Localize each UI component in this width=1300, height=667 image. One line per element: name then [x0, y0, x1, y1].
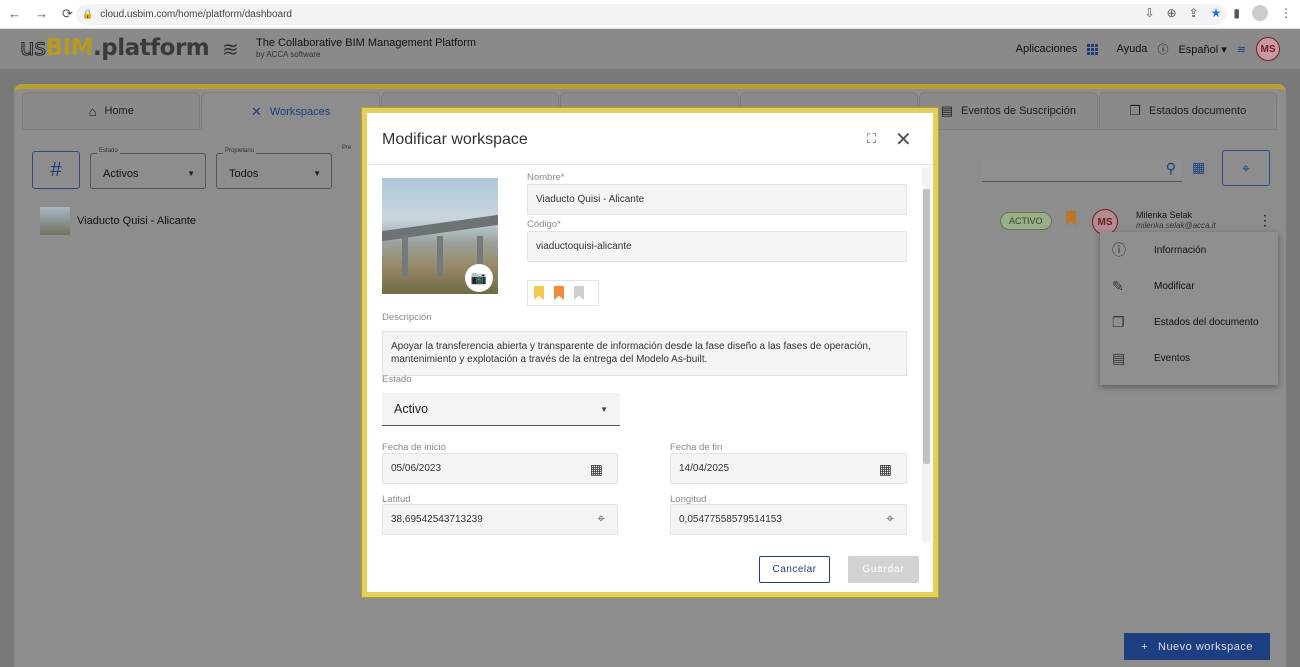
- fecha-fin-field[interactable]: 14/04/2025 ▦: [670, 453, 907, 484]
- map-pin-button[interactable]: ⌖: [1222, 150, 1270, 186]
- tools-icon: ✕: [251, 103, 262, 119]
- reload-icon[interactable]: ⟳: [62, 6, 73, 22]
- bookmark-grey-icon[interactable]: [574, 286, 584, 300]
- propietario-filter[interactable]: Propietario Todos ▼: [216, 148, 332, 189]
- chevron-down-icon: ▼: [600, 405, 608, 414]
- dialog-scrollbar[interactable]: [922, 167, 931, 542]
- events-icon: ▤: [1112, 349, 1126, 366]
- tab-workspaces[interactable]: ✕ Workspaces: [201, 92, 380, 130]
- save-button[interactable]: Guardar: [848, 556, 919, 583]
- browser-toolbar: ← → ⟳ 🔒 cloud.usbim.com/home/platform/da…: [0, 0, 1300, 29]
- star-icon[interactable]: ★: [1211, 6, 1222, 20]
- cancel-button[interactable]: Cancelar: [759, 556, 830, 583]
- menu-item-modificar[interactable]: ✎ Modificar: [1100, 268, 1278, 304]
- calendar-icon[interactable]: ▦: [879, 461, 892, 478]
- apps-label[interactable]: Aplicaciones: [1016, 43, 1078, 55]
- owner-name: Milenka Selak: [1136, 210, 1193, 220]
- app-header: usBIM.platform ≋ The Collaborative BIM M…: [0, 29, 1300, 69]
- language-select[interactable]: Español ▾: [1178, 43, 1226, 56]
- map-pin-icon: ⌖: [1242, 159, 1250, 176]
- forward-icon[interactable]: →: [35, 6, 48, 22]
- tagline: The Collaborative BIM Management Platfor…: [256, 37, 477, 59]
- tab-subscription-events[interactable]: ▤ Eventos de Suscripción: [919, 92, 1098, 130]
- tab-document-states[interactable]: ❐ Estados documento: [1098, 92, 1277, 130]
- nombre-label: Nombre*: [527, 172, 565, 183]
- menu-item-estados[interactable]: ❐ Estados del documento: [1100, 304, 1278, 340]
- search-icon[interactable]: ⚲: [1166, 160, 1176, 177]
- info-icon: ⓘ: [1112, 242, 1126, 258]
- share-icon[interactable]: ⇪: [1189, 6, 1199, 20]
- zoom-icon[interactable]: ⊕: [1167, 6, 1177, 20]
- search-input[interactable]: ⚲: [982, 156, 1182, 182]
- avatar[interactable]: MS: [1256, 37, 1280, 61]
- tab-home[interactable]: ⌂ Home: [22, 92, 201, 130]
- expand-icon[interactable]: ⛶: [867, 131, 876, 147]
- fecha-inicio-label: Fecha de inicio: [382, 442, 446, 453]
- sidepanel-icon[interactable]: ▮: [1233, 6, 1240, 20]
- help-label[interactable]: Ayuda: [1116, 43, 1147, 55]
- dialog-header: Modificar workspace ⛶ ✕: [367, 113, 933, 165]
- menu-icon[interactable]: ⋮: [1280, 6, 1292, 20]
- hashtag-filter-button[interactable]: #: [32, 151, 80, 189]
- profile-icon[interactable]: [1252, 5, 1268, 21]
- grid-view-icon[interactable]: ▦: [1192, 159, 1205, 176]
- new-workspace-button[interactable]: + Nuevo workspace: [1124, 633, 1270, 660]
- plus-icon: +: [1141, 640, 1148, 653]
- status-badge: ACTIVO: [1000, 212, 1052, 230]
- menu-item-eventos[interactable]: ▤ Eventos: [1100, 340, 1278, 376]
- workspace-thumbnail: [40, 207, 70, 235]
- edit-workspace-dialog: Modificar workspace ⛶ ✕ 📷 Nombre* Viaduc…: [362, 108, 938, 597]
- usbim-logo[interactable]: usBIM.platform: [20, 35, 210, 62]
- doc-states-icon: ❐: [1112, 313, 1125, 330]
- estado-filter[interactable]: Estado Activos ▼: [90, 148, 206, 189]
- workspace-image: 📷: [382, 178, 498, 294]
- workspace-name[interactable]: Viaducto Quisi - Alicante: [77, 215, 196, 227]
- map-pin-icon[interactable]: ⌖: [597, 510, 605, 527]
- address-bar[interactable]: 🔒 cloud.usbim.com/home/platform/dashboar…: [76, 4, 1226, 25]
- lock-icon: 🔒: [82, 9, 94, 19]
- wifi-icon: ≋: [222, 39, 239, 61]
- preferred-filter[interactable]: Pre: [342, 145, 362, 187]
- fecha-fin-label: Fecha de fin: [670, 442, 723, 453]
- calendar-icon[interactable]: ▦: [590, 461, 603, 478]
- pencil-icon: ✎: [1112, 277, 1124, 294]
- map-pin-icon[interactable]: ⌖: [886, 510, 894, 527]
- url-text: cloud.usbim.com/home/platform/dashboard: [100, 9, 292, 20]
- nombre-field[interactable]: Viaducto Quisi - Alicante: [527, 184, 907, 215]
- codigo-label: Código*: [527, 219, 561, 230]
- home-icon: ⌂: [88, 103, 97, 119]
- apps-grid-icon[interactable]: [1087, 43, 1099, 55]
- close-icon[interactable]: ✕: [895, 127, 912, 152]
- install-icon[interactable]: ⇩: [1144, 6, 1154, 20]
- codigo-field[interactable]: viaductoquisi-alicante: [527, 231, 907, 262]
- help-icon[interactable]: ⓘ: [1157, 41, 1168, 57]
- bookmark-color-picker: [527, 280, 599, 306]
- latitud-field[interactable]: 38,69542543713239 ⌖: [382, 504, 618, 535]
- bookmark-icon[interactable]: [1066, 211, 1076, 226]
- descripcion-label: Descripción: [382, 312, 432, 323]
- owner-email: milenka.selak@acca.it: [1136, 221, 1216, 230]
- chevron-down-icon: ▼: [313, 169, 321, 178]
- descripcion-textarea[interactable]: Apoyar la transferencia abierta y transp…: [382, 331, 907, 376]
- wifi-status-icon: ≋: [1236, 43, 1246, 56]
- fecha-inicio-field[interactable]: 05/06/2023 ▦: [382, 453, 618, 484]
- dialog-body: 📷 Nombre* Viaducto Quisi - Alicante Códi…: [382, 167, 922, 542]
- document-icon: ▤: [940, 103, 953, 118]
- bookmark-orange-icon[interactable]: [554, 286, 564, 300]
- estado-select[interactable]: Activo ▼: [382, 393, 620, 426]
- workspace-context-menu: ⓘ Información ✎ Modificar ❐ Estados del doc…: [1100, 232, 1278, 385]
- more-options-icon[interactable]: ⋮: [1258, 212, 1272, 229]
- estado-label: Estado: [382, 374, 412, 385]
- back-icon[interactable]: ←: [8, 6, 21, 22]
- dialog-title: Modificar workspace: [382, 131, 528, 148]
- bookmark-yellow-icon[interactable]: [534, 286, 544, 300]
- chevron-down-icon: ▼: [187, 169, 195, 178]
- doc-states-icon: ❐: [1129, 103, 1141, 118]
- camera-icon[interactable]: 📷: [465, 264, 493, 292]
- menu-item-informacion[interactable]: ⓘ Información: [1100, 232, 1278, 268]
- longitud-field[interactable]: 0,05477558579514153 ⌖: [670, 504, 907, 535]
